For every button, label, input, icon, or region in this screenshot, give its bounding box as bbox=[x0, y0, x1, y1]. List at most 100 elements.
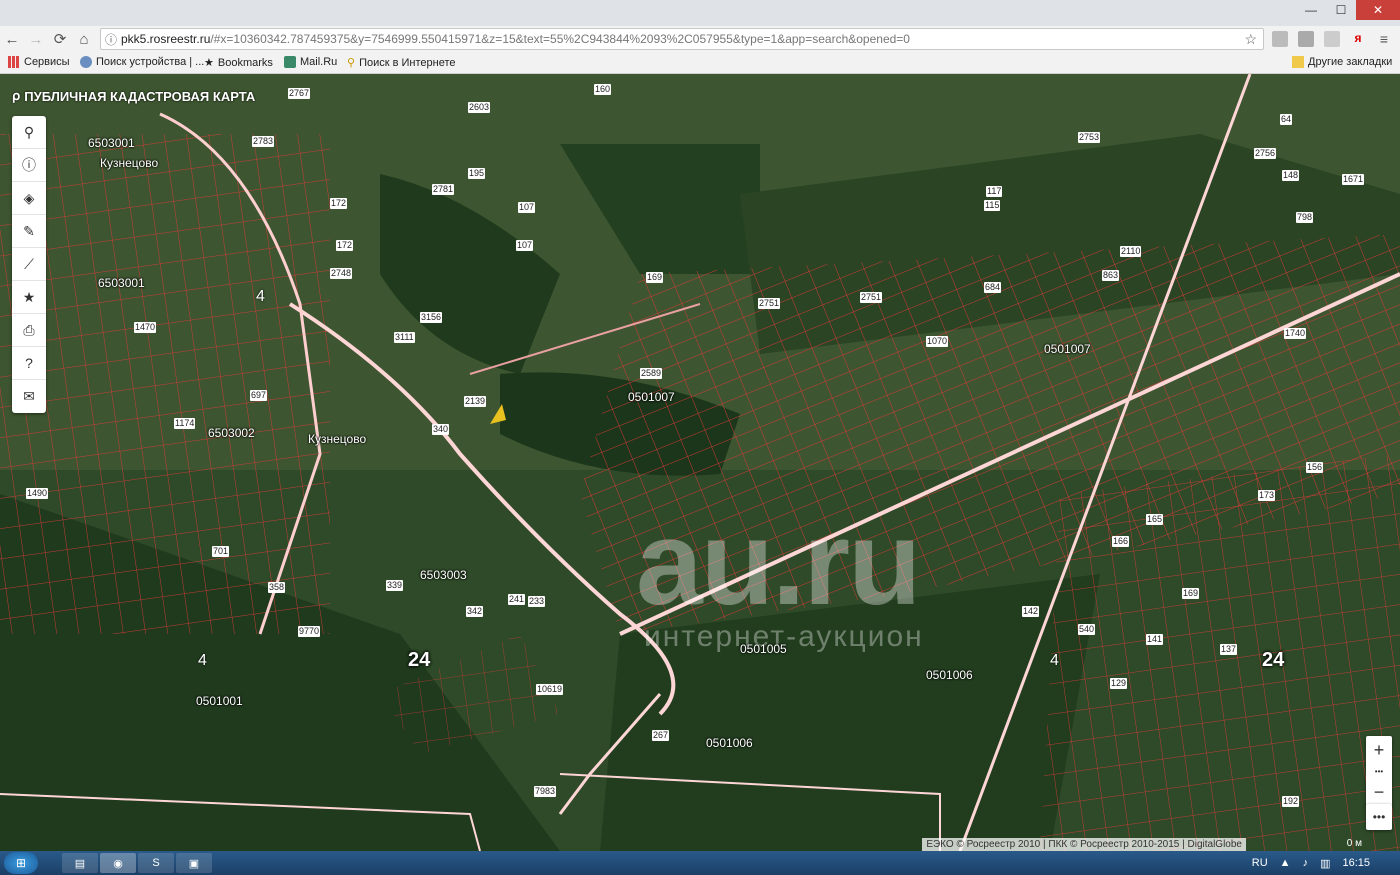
star-icon[interactable]: ★ bbox=[12, 281, 46, 314]
zoom-in-button[interactable]: + bbox=[1366, 736, 1392, 764]
bookmark-internet-search[interactable]: ⚲ Поиск в Интернете bbox=[347, 56, 456, 70]
parcel-label[interactable]: 2603 bbox=[468, 102, 491, 113]
yandex-icon[interactable]: я bbox=[1350, 31, 1366, 47]
parcel-label[interactable]: 115 bbox=[984, 200, 1001, 211]
parcel-label[interactable]: 169 bbox=[1182, 588, 1200, 599]
parcel-label[interactable]: 117 bbox=[986, 186, 1003, 197]
parcel-label[interactable]: 233 bbox=[528, 596, 546, 607]
parcel-label[interactable]: 241 bbox=[508, 594, 526, 605]
parcel-label[interactable]: 701 bbox=[212, 546, 230, 557]
parcel-label[interactable]: 2756 bbox=[1254, 148, 1277, 159]
parcel-label[interactable]: 339 bbox=[386, 580, 404, 591]
menu-icon[interactable]: ≡ bbox=[1376, 31, 1392, 47]
app-taskbar-icon[interactable]: ▣ bbox=[176, 853, 212, 873]
parcel-label[interactable]: 1740 bbox=[1284, 328, 1307, 339]
parcel-label[interactable]: 342 bbox=[466, 606, 484, 617]
parcel-label[interactable]: 129 bbox=[1110, 678, 1128, 689]
parcel-label[interactable]: 1470 bbox=[134, 322, 157, 333]
parcel-label[interactable]: 142 bbox=[1022, 606, 1040, 617]
minimize-button[interactable]: — bbox=[1296, 0, 1326, 20]
network-icon[interactable]: ▥ bbox=[1320, 857, 1330, 870]
language-indicator[interactable]: RU bbox=[1252, 857, 1268, 869]
home-button[interactable]: ⌂ bbox=[72, 27, 96, 51]
parcel-label[interactable]: 2753 bbox=[1078, 132, 1101, 143]
parcel-label[interactable]: 107 bbox=[518, 202, 536, 213]
parcel-label[interactable]: 195 bbox=[468, 168, 486, 179]
volume-icon[interactable]: ♪ bbox=[1303, 857, 1309, 869]
parcel-label[interactable]: 107 bbox=[516, 240, 534, 251]
bookmark-bookmarks[interactable]: ★ Bookmarks bbox=[204, 56, 273, 70]
parcel-label[interactable]: 173 bbox=[1258, 490, 1276, 501]
parcel-label[interactable]: 148 bbox=[1282, 170, 1300, 181]
layers-icon[interactable]: ◈ bbox=[12, 182, 46, 215]
cadastral-map[interactable]: au.ru интернет-аукцион ⍴ ПУБЛИЧНАЯ КАДАС… bbox=[0, 74, 1400, 851]
parcel-label[interactable]: 137 bbox=[1220, 644, 1238, 655]
maximize-button[interactable]: ☐ bbox=[1326, 0, 1356, 20]
parcel-label[interactable]: 3111 bbox=[394, 332, 415, 343]
parcel-label[interactable]: 1174 bbox=[174, 418, 196, 429]
parcel-label[interactable]: 166 bbox=[1112, 536, 1130, 547]
parcel-label[interactable]: 64 bbox=[1280, 114, 1293, 125]
parcel-label[interactable]: 2751 bbox=[758, 298, 781, 309]
measure-icon[interactable]: ⟋ bbox=[12, 248, 46, 281]
parcel-label[interactable]: 2783 bbox=[252, 136, 275, 147]
extension-icon-1[interactable] bbox=[1272, 31, 1288, 47]
tray-arrow-icon[interactable]: ▲ bbox=[1280, 857, 1291, 869]
search-icon[interactable]: ⚲ bbox=[12, 116, 46, 149]
explorer-taskbar-icon[interactable]: ▤ bbox=[62, 853, 98, 873]
reload-button[interactable]: ⟳ bbox=[48, 27, 72, 51]
parcel-label[interactable]: 141 bbox=[1146, 634, 1164, 645]
parcel-label[interactable]: 3156 bbox=[420, 312, 443, 323]
parcel-label[interactable]: 192 bbox=[1282, 796, 1300, 807]
extension-icon-2[interactable] bbox=[1298, 31, 1314, 47]
parcel-label[interactable]: 2110 bbox=[1120, 246, 1142, 257]
parcel-label[interactable]: 10619 bbox=[536, 684, 564, 695]
extension-icon-3[interactable] bbox=[1324, 31, 1340, 47]
more-options-button[interactable]: ••• bbox=[1366, 804, 1392, 830]
parcel-label[interactable]: 160 bbox=[594, 84, 612, 95]
parcel-label[interactable]: 1070 bbox=[926, 336, 949, 347]
parcel-label[interactable]: 165 bbox=[1146, 514, 1164, 525]
parcel-label[interactable]: 2748 bbox=[330, 268, 353, 279]
bookmark-other[interactable]: Другие закладки bbox=[1292, 56, 1392, 68]
parcel-label[interactable]: 172 bbox=[336, 240, 354, 251]
parcel-label[interactable]: 798 bbox=[1296, 212, 1314, 223]
parcel-label[interactable]: 2751 bbox=[860, 292, 883, 303]
parcel-label[interactable]: 172 bbox=[330, 198, 348, 209]
parcel-label[interactable]: 540 bbox=[1078, 624, 1096, 635]
parcel-label[interactable]: 340 bbox=[432, 424, 450, 435]
parcel-label[interactable]: 2781 bbox=[432, 184, 455, 195]
parcel-label[interactable]: 684 bbox=[984, 282, 1002, 293]
bookmark-star-icon[interactable]: ☆ bbox=[1244, 31, 1257, 48]
parcel-label[interactable]: 2139 bbox=[464, 396, 487, 407]
parcel-label[interactable]: 697 bbox=[250, 390, 268, 401]
parcel-label[interactable]: 2589 bbox=[640, 368, 663, 379]
parcel-label[interactable]: 1671 bbox=[1342, 174, 1365, 185]
parcel-label[interactable]: 267 bbox=[652, 730, 670, 741]
close-window-button[interactable]: ✕ bbox=[1356, 0, 1400, 20]
parcel-label[interactable]: 863 bbox=[1102, 270, 1120, 281]
print-icon[interactable]: ⎙ bbox=[12, 314, 46, 347]
chrome-taskbar-icon[interactable]: ◉ bbox=[100, 853, 136, 873]
bookmark-apps[interactable]: Сервисы bbox=[8, 56, 70, 68]
parcel-label[interactable]: 1490 bbox=[26, 488, 49, 499]
clock[interactable]: 16:15 bbox=[1342, 857, 1370, 869]
mail-icon[interactable]: ✉ bbox=[12, 380, 46, 413]
skype-taskbar-icon[interactable]: S bbox=[138, 853, 174, 873]
help-icon[interactable]: ? bbox=[12, 347, 46, 380]
parcel-label[interactable]: 2767 bbox=[288, 88, 311, 99]
parcel-label[interactable]: 169 bbox=[646, 272, 664, 283]
parcel-label[interactable]: 7983 bbox=[534, 786, 557, 797]
back-button[interactable]: ← bbox=[0, 27, 24, 51]
zoom-out-button[interactable]: − bbox=[1366, 778, 1392, 806]
bookmark-device-search[interactable]: Поиск устройства | ... bbox=[80, 56, 204, 68]
parcel-label[interactable]: 9770 bbox=[298, 626, 321, 637]
info-icon[interactable]: ⓘ bbox=[101, 31, 121, 48]
start-button[interactable]: ⊞ bbox=[4, 852, 38, 874]
pencil-icon[interactable]: ✎ bbox=[12, 215, 46, 248]
parcel-label[interactable]: 156 bbox=[1306, 462, 1324, 473]
forward-button[interactable]: → bbox=[24, 27, 48, 51]
bookmark-mailru[interactable]: Mail.Ru bbox=[284, 56, 337, 68]
parcel-label[interactable]: 358 bbox=[268, 582, 286, 593]
address-bar[interactable]: ⓘ pkk5.rosreestr.ru/#x=10360342.78745937… bbox=[100, 28, 1264, 50]
